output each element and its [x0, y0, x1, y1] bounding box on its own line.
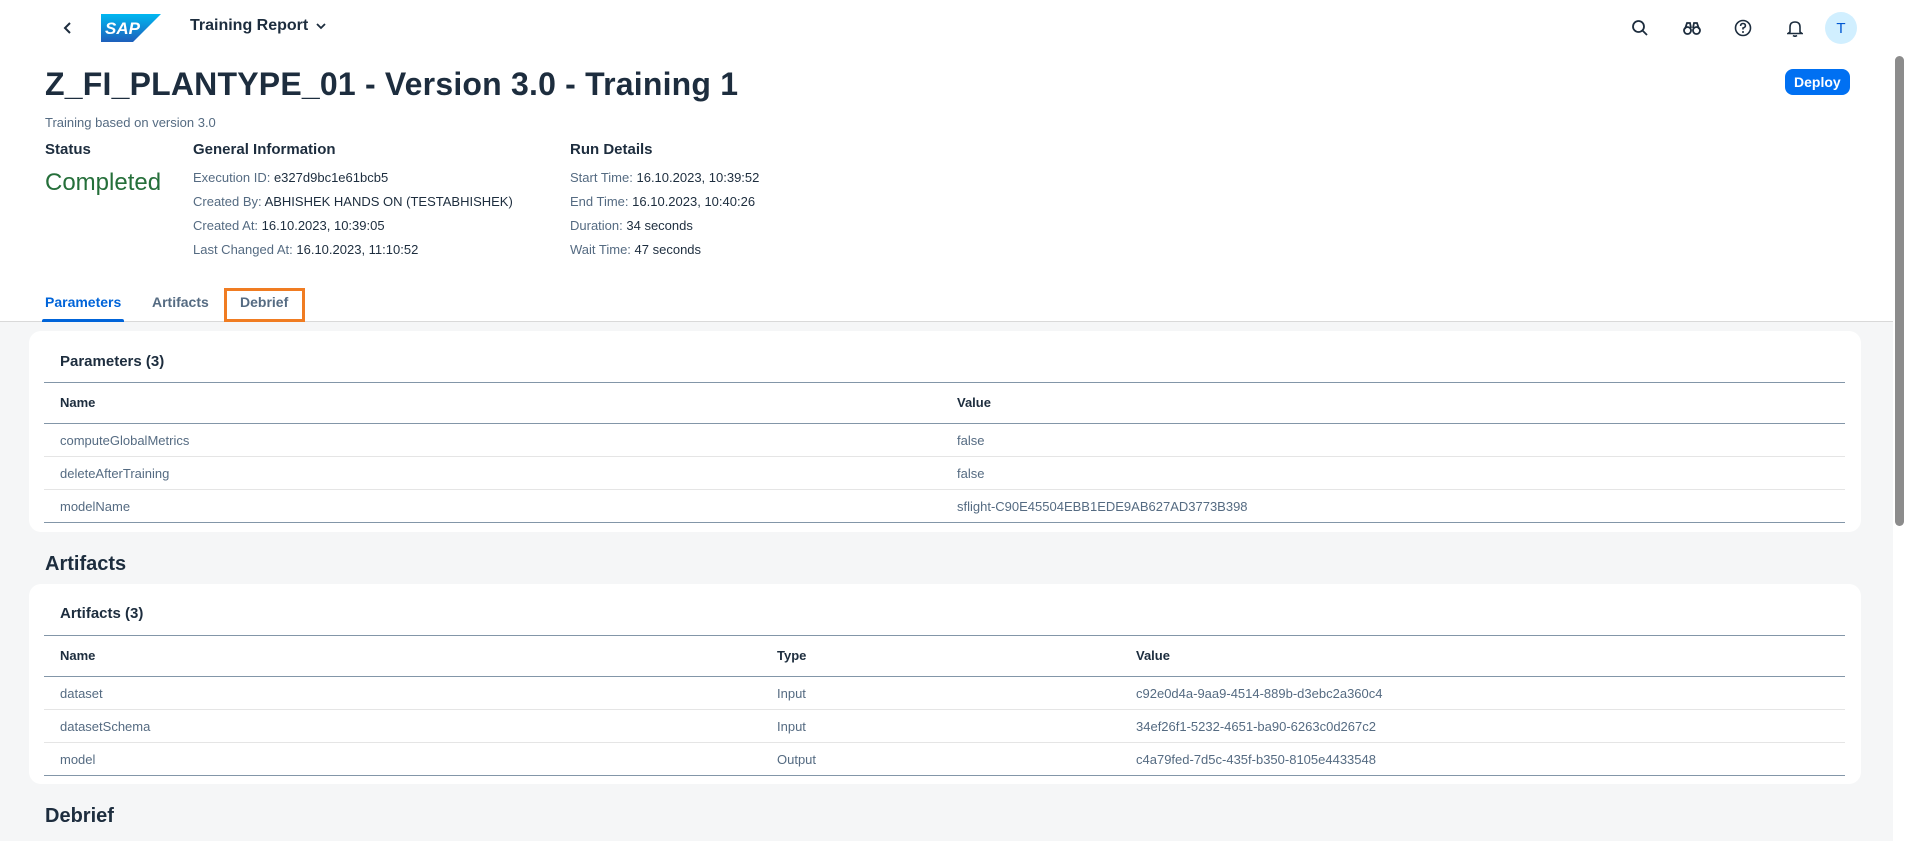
- execution-id-value: e327d9bc1e61bcb5: [273, 170, 389, 185]
- svg-text:SAP: SAP: [105, 19, 141, 38]
- duration-value: 34 seconds: [626, 218, 693, 233]
- parameters-table: Name Value computeGlobalMetrics false de…: [44, 382, 1845, 523]
- table-row[interactable]: datasetSchema Input 34ef26f1-5232-4651-b…: [44, 710, 1845, 743]
- tab-artifacts[interactable]: Artifacts: [152, 290, 209, 322]
- artifacts-card-title: Artifacts (3): [60, 605, 144, 622]
- binoculars-icon[interactable]: [1676, 12, 1708, 44]
- created-by-value: ABHISHEK HANDS ON (TESTABHISHEK): [264, 194, 513, 209]
- table-row[interactable]: deleteAfterTraining false: [44, 457, 1845, 490]
- debrief-section-title: Debrief: [45, 805, 114, 827]
- page-title: Z_FI_PLANTYPE_01 - Version 3.0 - Trainin…: [45, 66, 739, 102]
- parameters-card: Parameters (3) Name Value computeGlobalM…: [29, 331, 1861, 532]
- shell-bar: SAP Training Report T: [0, 0, 1911, 56]
- end-time-value: 16.10.2023, 10:40:26: [632, 194, 756, 209]
- created-at-value: 16.10.2023, 10:39:05: [261, 218, 385, 233]
- tab-parameters[interactable]: Parameters: [41, 290, 125, 322]
- status-value: Completed: [45, 169, 162, 196]
- debrief-tab-highlight: [224, 288, 305, 322]
- table-header: Name Type Value: [44, 635, 1845, 677]
- status-heading: Status: [45, 141, 91, 158]
- artifacts-card: Artifacts (3) Name Type Value dataset In…: [29, 584, 1861, 784]
- start-time-value: 16.10.2023, 10:39:52: [636, 170, 760, 185]
- created-at-field: Created At: 16.10.2023, 10:39:05: [193, 218, 385, 233]
- deploy-button[interactable]: Deploy: [1785, 69, 1850, 95]
- wait-time-field: Wait Time: 47 seconds: [570, 242, 702, 257]
- sap-logo[interactable]: SAP: [101, 14, 161, 42]
- help-icon[interactable]: [1727, 12, 1759, 44]
- table-header: Name Value: [44, 382, 1845, 424]
- end-time-field: End Time: 16.10.2023, 10:40:26: [570, 194, 756, 209]
- object-header: Z_FI_PLANTYPE_01 - Version 3.0 - Trainin…: [0, 56, 1893, 322]
- page-subtitle: Training based on version 3.0: [45, 115, 216, 130]
- artifacts-section-title: Artifacts: [45, 553, 127, 575]
- created-by-field: Created By: ABHISHEK HANDS ON (TESTABHIS…: [193, 194, 513, 209]
- last-changed-field: Last Changed At: 16.10.2023, 11:10:52: [193, 242, 419, 257]
- parameters-card-title: Parameters (3): [60, 353, 165, 370]
- last-changed-value: 16.10.2023, 11:10:52: [296, 242, 419, 257]
- general-info-heading: General Information: [193, 141, 336, 158]
- execution-id-field: Execution ID: e327d9bc1e61bcb5: [193, 170, 389, 185]
- column-header-name[interactable]: Name: [60, 648, 95, 663]
- app-title-menu[interactable]: Training Report: [190, 17, 326, 35]
- table-row[interactable]: model Output c4a79fed-7d5c-435f-b350-810…: [44, 743, 1845, 776]
- column-header-name[interactable]: Name: [60, 395, 95, 410]
- column-header-value[interactable]: Value: [1136, 648, 1170, 663]
- table-row[interactable]: computeGlobalMetrics false: [44, 424, 1845, 457]
- scrollbar-thumb[interactable]: [1895, 56, 1904, 526]
- user-avatar[interactable]: T: [1825, 12, 1857, 44]
- chevron-down-icon: [316, 23, 326, 30]
- start-time-field: Start Time: 16.10.2023, 10:39:52: [570, 170, 760, 185]
- artifacts-table: Name Type Value dataset Input c92e0d4a-9…: [44, 635, 1845, 776]
- column-header-type[interactable]: Type: [777, 648, 806, 663]
- table-row[interactable]: dataset Input c92e0d4a-9aa9-4514-889b-d3…: [44, 677, 1845, 710]
- table-row[interactable]: modelName sflight-C90E45504EBB1EDE9AB627…: [44, 490, 1845, 523]
- app-title: Training Report: [190, 17, 309, 34]
- wait-time-value: 47 seconds: [634, 242, 702, 257]
- run-details-heading: Run Details: [570, 141, 653, 158]
- column-header-value[interactable]: Value: [957, 395, 991, 410]
- back-arrow-icon[interactable]: [58, 16, 78, 40]
- duration-field: Duration: 34 seconds: [570, 218, 693, 233]
- search-icon[interactable]: [1624, 12, 1656, 44]
- notification-bell-icon[interactable]: [1779, 12, 1811, 44]
